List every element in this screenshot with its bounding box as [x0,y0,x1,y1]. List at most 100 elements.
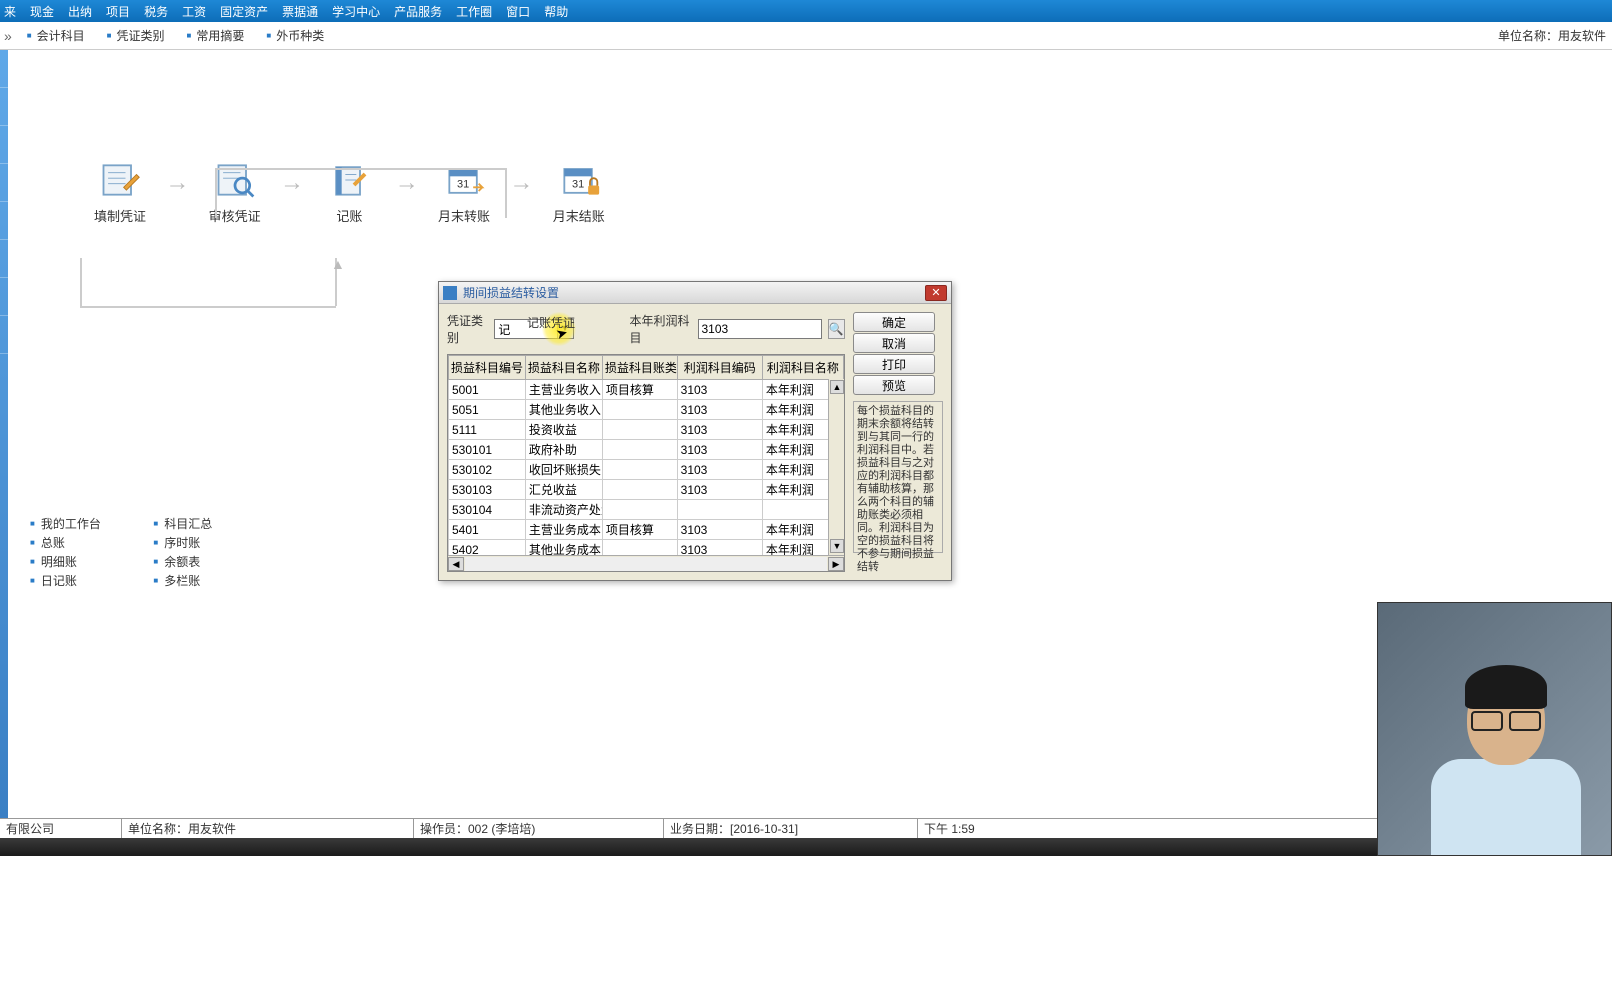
menu-item[interactable]: 工作圈 [456,3,492,20]
toolbar-item-account[interactable]: 会计科目 [27,27,85,44]
table-row[interactable]: 530103汇兑收益3103本年利润 [449,480,844,500]
toolbar-item-summary[interactable]: 常用摘要 [187,27,245,44]
grid-cell[interactable] [602,460,677,480]
magnifier-icon: 🔍 [829,322,844,336]
grid-cell[interactable]: 主营业务成本 [525,520,602,540]
grid-cell[interactable]: 3103 [677,520,762,540]
grid-cell[interactable] [602,500,677,520]
quicklink-chronological[interactable]: 序时账 [153,534,273,551]
grid-header[interactable]: 损益科目账类 [602,356,677,380]
grid-header[interactable]: 利润科目名称 [762,356,843,380]
grid-cell[interactable]: 3103 [677,440,762,460]
quick-links-panel: 我的工作台 总账 明细账 日记账 科目汇总 序时账 余额表 多栏账 [30,515,410,591]
menu-item[interactable]: 票据通 [282,3,318,20]
scroll-right-button[interactable]: ▶ [828,557,844,571]
grid-cell[interactable]: 汇兑收益 [525,480,602,500]
accounts-grid[interactable]: 损益科目编号损益科目名称损益科目账类利润科目编码利润科目名称 5001主营业务收… [447,354,845,572]
preview-button[interactable]: 预览 [853,375,935,395]
grid-cell[interactable] [602,400,677,420]
arrow-icon: → [165,169,189,197]
grid-cell[interactable]: 收回坏账损失 [525,460,602,480]
menu-item[interactable]: 项目 [106,3,130,20]
combo-dropdown-button[interactable]: ▼ [557,320,573,338]
expand-icon[interactable]: » [4,28,9,44]
menu-item[interactable]: 学习中心 [332,3,380,20]
menu-item[interactable]: 帮助 [544,3,568,20]
scroll-up-button[interactable]: ▲ [830,380,844,394]
left-sidebar-strip[interactable] [0,50,8,820]
grid-cell[interactable]: 项目核算 [602,520,677,540]
grid-hscrollbar[interactable]: ◀ ▶ [448,555,844,571]
menu-item[interactable]: 工资 [182,3,206,20]
menu-item[interactable]: 来 [4,3,16,20]
ok-button[interactable]: 确定 [853,312,935,332]
grid-cell[interactable]: 其他业务收入 [525,400,602,420]
scroll-left-button[interactable]: ◀ [448,557,464,571]
grid-header[interactable]: 损益科目名称 [525,356,602,380]
help-panel: 每个损益科目的期末余额将结转到与其同一行的利润科目中。若损益科目与之对应的利润科… [853,401,943,553]
grid-cell[interactable]: 政府补助 [525,440,602,460]
cancel-button[interactable]: 取消 [853,333,935,353]
menu-item[interactable]: 出纳 [68,3,92,20]
table-row[interactable]: 5401主营业务成本项目核算3103本年利润 [449,520,844,540]
os-taskbar[interactable] [0,838,1612,856]
scroll-down-button[interactable]: ▼ [830,539,844,553]
workflow-node-month-close[interactable]: 31 月末结账 [519,160,639,225]
menu-item[interactable]: 产品服务 [394,3,442,20]
grid-vscrollbar[interactable]: ▲ ▼ [828,379,844,555]
grid-cell[interactable]: 5051 [449,400,526,420]
table-row[interactable]: 530102收回坏账损失3103本年利润 [449,460,844,480]
quicklink-detail-ledger[interactable]: 明细账 [30,553,150,570]
table-row[interactable]: 530101政府补助3103本年利润 [449,440,844,460]
quicklink-multi-column[interactable]: 多栏账 [153,572,273,589]
dialog-titlebar[interactable]: 期间损益结转设置 ✕ [439,282,951,304]
grid-cell[interactable]: 3103 [677,380,762,400]
close-button[interactable]: ✕ [925,285,947,301]
grid-cell[interactable]: 3103 [677,420,762,440]
grid-cell[interactable]: 530102 [449,460,526,480]
menu-item[interactable]: 固定资产 [220,3,268,20]
grid-cell[interactable]: 项目核算 [602,380,677,400]
grid-cell[interactable]: 3103 [677,460,762,480]
toolbar-item-currency[interactable]: 外币种类 [266,27,324,44]
menu-item[interactable]: 税务 [144,3,168,20]
grid-cell[interactable] [602,420,677,440]
menu-item[interactable]: 现金 [30,3,54,20]
quicklink-account-summary[interactable]: 科目汇总 [153,515,273,532]
profit-account-input[interactable] [698,319,822,339]
grid-cell[interactable]: 530101 [449,440,526,460]
grid-cell[interactable]: 主营业务收入 [525,380,602,400]
workflow-node-fill-voucher[interactable]: 填制凭证 [60,160,180,225]
profit-account-label: 本年利润科目 [630,312,692,346]
table-row[interactable]: 530104非流动资产处置 [449,500,844,520]
document-magnifier-icon [211,160,259,200]
grid-cell[interactable] [677,500,762,520]
voucher-type-combo[interactable]: ▼ ➤ [494,319,573,339]
grid-cell[interactable]: 5111 [449,420,526,440]
grid-cell[interactable]: 3103 [677,480,762,500]
grid-cell[interactable]: 非流动资产处置 [525,500,602,520]
table-row[interactable]: 5001主营业务收入项目核算3103本年利润 [449,380,844,400]
sub-toolbar: » 会计科目 凭证类别 常用摘要 外币种类 单位名称：用友软件 [0,22,1612,50]
quicklink-workbench[interactable]: 我的工作台 [30,515,150,532]
grid-cell[interactable]: 投资收益 [525,420,602,440]
grid-cell[interactable]: 5001 [449,380,526,400]
lookup-button[interactable]: 🔍 [828,319,846,339]
grid-cell[interactable] [602,480,677,500]
menu-item[interactable]: 窗口 [506,3,530,20]
quicklink-balance-sheet[interactable]: 余额表 [153,553,273,570]
grid-cell[interactable]: 3103 [677,400,762,420]
grid-cell[interactable]: 530103 [449,480,526,500]
unit-name-label: 单位名称：用友软件 [1498,27,1606,44]
table-row[interactable]: 5051其他业务收入3103本年利润 [449,400,844,420]
grid-header[interactable]: 损益科目编号 [449,356,526,380]
toolbar-item-voucher-type[interactable]: 凭证类别 [107,27,165,44]
print-button[interactable]: 打印 [853,354,935,374]
grid-cell[interactable]: 530104 [449,500,526,520]
grid-cell[interactable] [602,440,677,460]
grid-header[interactable]: 利润科目编码 [677,356,762,380]
grid-cell[interactable]: 5401 [449,520,526,540]
quicklink-journal[interactable]: 日记账 [30,572,150,589]
table-row[interactable]: 5111投资收益3103本年利润 [449,420,844,440]
quicklink-general-ledger[interactable]: 总账 [30,534,150,551]
